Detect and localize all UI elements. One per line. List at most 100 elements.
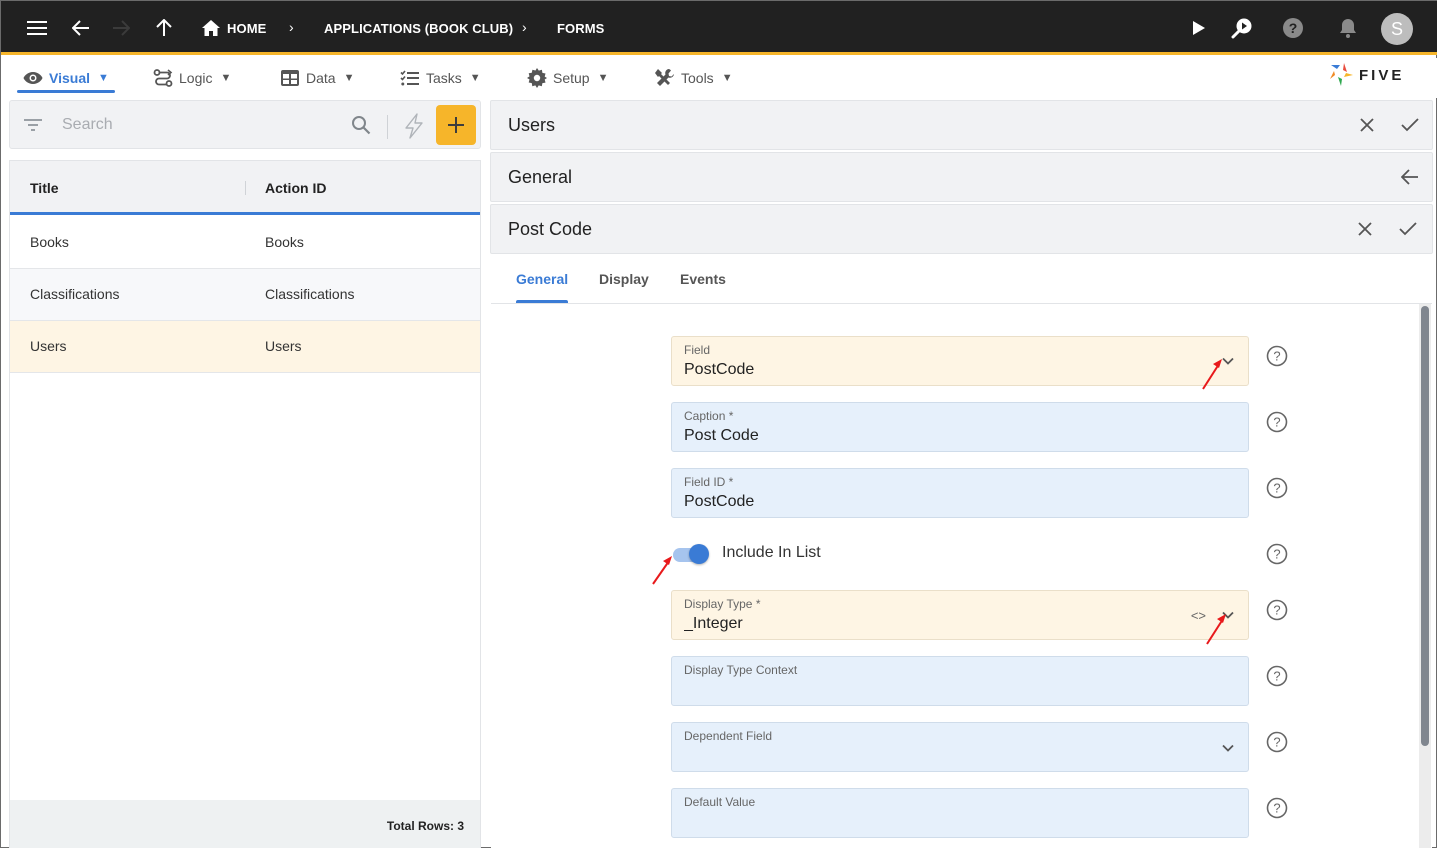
menu-tools[interactable]: Tools ▼: [655, 65, 733, 91]
list-row[interactable]: Classifications Classifications: [10, 269, 480, 321]
search-play-icon[interactable]: [1230, 16, 1254, 40]
column-header-title[interactable]: Title: [30, 180, 59, 196]
menu-logic[interactable]: Logic ▼: [153, 65, 231, 91]
dependent-field-select[interactable]: Dependent Field: [671, 722, 1249, 772]
five-logo-icon: [1330, 63, 1353, 86]
tab-display[interactable]: Display: [599, 271, 649, 287]
panel-title: Post Code: [508, 219, 593, 239]
list-row-selected[interactable]: Users Users: [10, 321, 480, 373]
breadcrumb-separator: ›: [522, 19, 527, 35]
up-arrow-icon[interactable]: [152, 16, 176, 40]
breadcrumb-applications[interactable]: APPLICATIONS (BOOK CLUB): [324, 21, 513, 36]
default-value-input[interactable]: [684, 813, 1164, 831]
home-icon[interactable]: [199, 16, 223, 40]
menu-visual-label: Visual: [49, 70, 90, 86]
help-circle-icon[interactable]: ?: [1266, 477, 1288, 499]
scrollbar-thumb[interactable]: [1421, 306, 1429, 746]
menu-tasks[interactable]: Tasks ▼: [400, 65, 481, 91]
default-value-field[interactable]: Default Value: [671, 788, 1249, 838]
bell-icon[interactable]: [1336, 16, 1360, 40]
help-circle-icon[interactable]: ?: [1266, 665, 1288, 687]
menu-setup[interactable]: Setup ▼: [527, 65, 608, 91]
chevron-down-icon[interactable]: [1220, 740, 1236, 756]
dropdown-arrow-icon: ▼: [220, 72, 232, 84]
check-icon[interactable]: [1397, 218, 1419, 240]
help-circle-icon[interactable]: ?: [1266, 411, 1288, 433]
cell-action-id: Classifications: [265, 286, 355, 302]
filter-icon[interactable]: [24, 118, 42, 137]
panel-title: General: [508, 167, 573, 187]
svg-text:?: ?: [1273, 547, 1280, 562]
tab-general[interactable]: General: [516, 271, 568, 287]
breadcrumb-home[interactable]: HOME: [227, 21, 266, 36]
caption-label: Caption *: [684, 409, 734, 423]
add-button[interactable]: [436, 105, 476, 145]
menu-data-label: Data: [306, 70, 336, 86]
help-circle-icon[interactable]: ?: [1266, 797, 1288, 819]
help-circle-icon[interactable]: ?: [1266, 345, 1288, 367]
avatar[interactable]: S: [1381, 13, 1413, 45]
breadcrumb-forms[interactable]: FORMS: [557, 21, 604, 36]
menu-data[interactable]: Data ▼: [280, 65, 354, 91]
field-id-input[interactable]: [684, 493, 1164, 511]
panel-header-post-code: Post Code: [490, 204, 1433, 254]
include-in-list-label: Include In List: [722, 544, 821, 561]
display-type-context-input[interactable]: [684, 681, 1164, 699]
menu-tools-label: Tools: [681, 70, 714, 86]
display-type-context-label: Display Type Context: [684, 663, 798, 677]
caption-field[interactable]: Caption *: [671, 402, 1249, 452]
code-icon[interactable]: <>: [1191, 608, 1206, 623]
svg-text:?: ?: [1273, 669, 1280, 684]
active-menu-indicator: [17, 90, 115, 93]
column-separator[interactable]: [245, 181, 246, 195]
tab-events[interactable]: Events: [680, 271, 726, 287]
cell-action-id: Users: [265, 338, 302, 354]
field-id-field[interactable]: Field ID *: [671, 468, 1249, 518]
svg-text:?: ?: [1273, 603, 1280, 618]
menu-logic-label: Logic: [179, 70, 213, 86]
back-arrow-icon[interactable]: [69, 16, 93, 40]
lightning-icon[interactable]: [403, 113, 425, 144]
list-footer: Total Rows: 3: [10, 800, 480, 848]
help-circle-icon[interactable]: ?: [1266, 543, 1288, 565]
display-type-select[interactable]: Display Type * <>: [671, 590, 1249, 640]
list-row[interactable]: Books Books: [10, 217, 480, 269]
close-icon[interactable]: [1356, 114, 1378, 136]
column-header-action-id[interactable]: Action ID: [265, 180, 326, 196]
form-tabs: General Display Events: [491, 254, 1432, 304]
search-icon[interactable]: [351, 115, 371, 140]
dropdown-arrow-icon: ▼: [98, 72, 109, 84]
plus-icon: [448, 117, 464, 133]
dropdown-arrow-icon: ▼: [597, 72, 609, 84]
include-in-list-toggle[interactable]: [671, 544, 711, 564]
help-circle-icon[interactable]: ?: [1266, 599, 1288, 621]
dependent-field-value[interactable]: [684, 747, 1164, 765]
chevron-down-icon[interactable]: [1220, 607, 1236, 623]
list-header: Title Action ID: [10, 161, 480, 215]
top-bar: HOME › APPLICATIONS (BOOK CLUB) › FORMS …: [1, 1, 1437, 55]
menu-icon[interactable]: [25, 16, 49, 40]
help-icon[interactable]: ?: [1281, 16, 1305, 40]
toolbar-divider: [387, 115, 388, 139]
display-type-value[interactable]: [684, 615, 1164, 633]
chevron-down-icon[interactable]: [1220, 353, 1236, 369]
field-select[interactable]: Field: [671, 336, 1249, 386]
dropdown-arrow-icon: ▼: [721, 72, 733, 84]
svg-text:?: ?: [1273, 481, 1280, 496]
default-value-label: Default Value: [684, 795, 756, 809]
dependent-field-label: Dependent Field: [684, 729, 773, 743]
help-circle-icon[interactable]: ?: [1266, 731, 1288, 753]
close-icon[interactable]: [1354, 218, 1376, 240]
back-arrow-icon[interactable]: [1399, 166, 1421, 188]
menu-visual[interactable]: Visual ▼: [23, 65, 109, 91]
play-icon[interactable]: [1187, 16, 1211, 40]
forward-arrow-icon[interactable]: [109, 16, 133, 40]
search-input[interactable]: [62, 113, 332, 137]
active-tab-indicator: [516, 300, 568, 303]
field-value[interactable]: [684, 361, 1164, 379]
check-icon[interactable]: [1399, 114, 1421, 136]
display-type-context-field[interactable]: Display Type Context: [671, 656, 1249, 706]
cell-title: Classifications: [30, 286, 120, 302]
caption-input[interactable]: [684, 427, 1164, 445]
form-scrollbar[interactable]: [1419, 304, 1431, 848]
